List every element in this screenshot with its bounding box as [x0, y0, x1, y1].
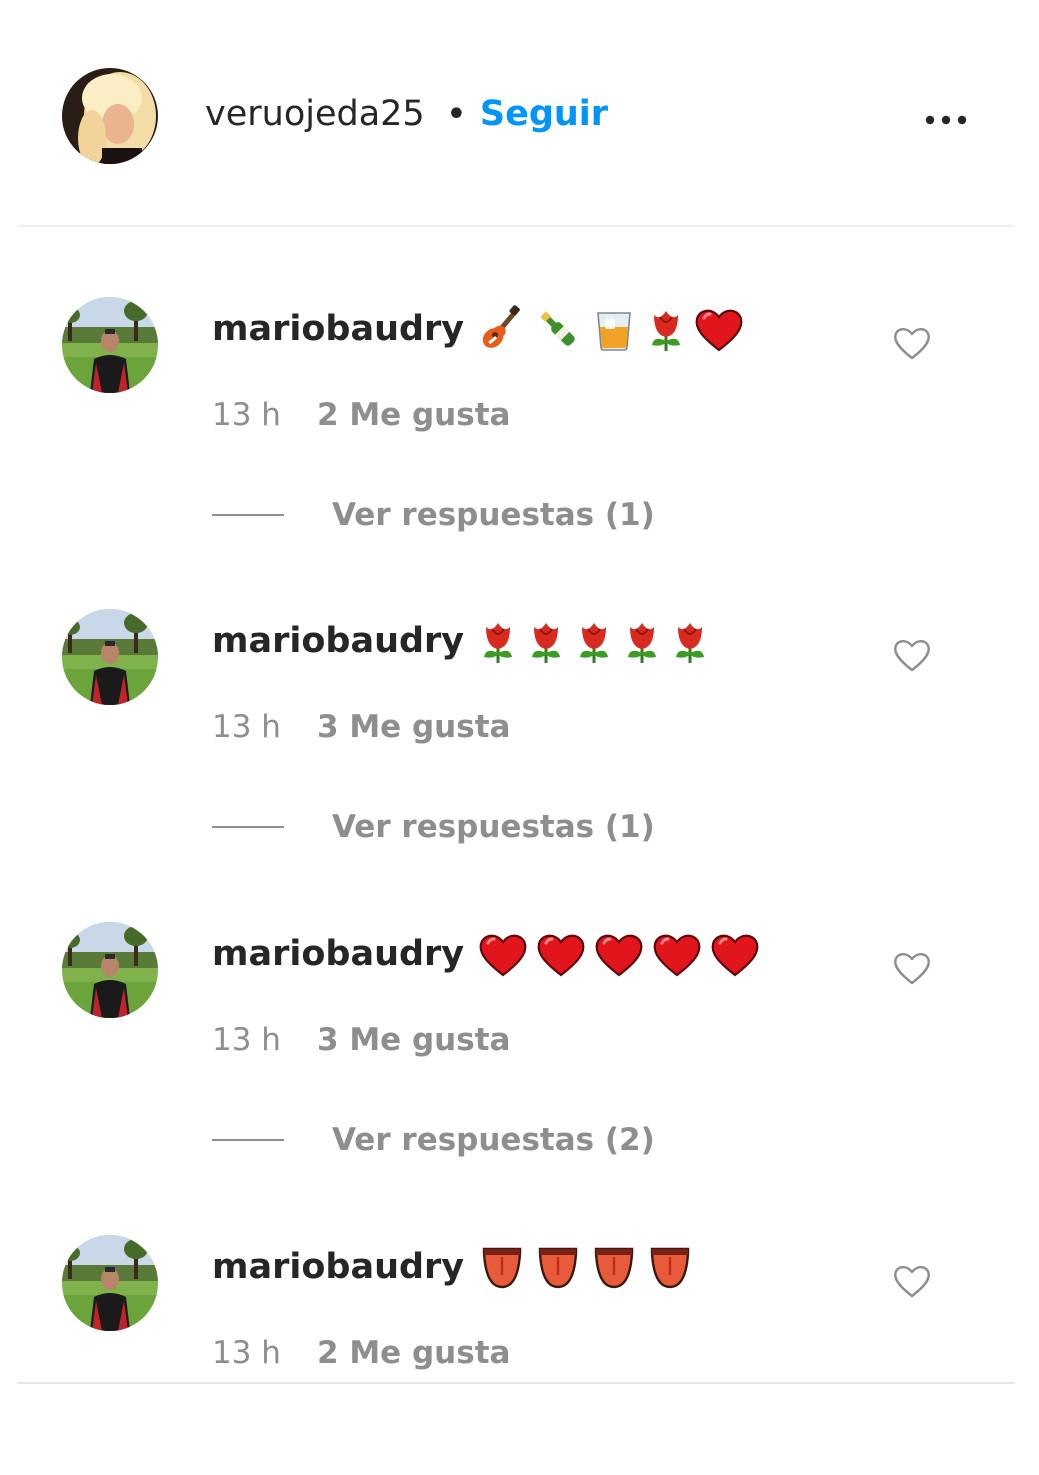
replies-line — [212, 826, 284, 828]
comment-time[interactable]: 13 h — [212, 1022, 281, 1058]
comment-meta: 13 h 3 Me gusta — [212, 705, 510, 749]
commenter-username[interactable]: mariobaudry — [212, 309, 464, 349]
comment-text-row: mariobaudry — [212, 1239, 702, 1295]
commenter-avatar[interactable] — [62, 922, 158, 1018]
rose-emoji — [580, 623, 609, 663]
comment-time[interactable]: 13 h — [212, 1335, 281, 1371]
comment-text-row: mariobaudry — [212, 301, 752, 357]
rose-emoji — [484, 623, 513, 663]
tongue-emoji — [482, 1247, 522, 1289]
more-horizontal-icon — [925, 115, 967, 125]
separator-dot: • — [446, 96, 466, 132]
comment-emojis — [478, 931, 768, 977]
author-name-row: veruojeda25 • Seguir — [205, 88, 608, 140]
follow-button[interactable]: Seguir — [480, 94, 608, 134]
comment-emojis — [478, 617, 718, 665]
comment-item: mariobaudry — [0, 297, 1039, 537]
commenter-username[interactable]: mariobaudry — [212, 934, 464, 974]
like-heart-icon — [894, 640, 930, 672]
header-divider — [17, 225, 1015, 227]
commenter-username[interactable]: mariobaudry — [212, 1247, 464, 1287]
comment-emojis — [478, 305, 752, 353]
comment-text-row: mariobaudry — [212, 926, 768, 982]
rose-emoji — [652, 311, 681, 351]
view-replies-label: Ver respuestas (1) — [332, 497, 655, 533]
rose-emoji — [628, 623, 657, 663]
comment-meta: 13 h 3 Me gusta — [212, 1018, 510, 1062]
tongue-emoji — [538, 1247, 578, 1289]
view-replies-button[interactable]: Ver respuestas (1) — [212, 493, 655, 537]
comment-likes-count[interactable]: 3 Me gusta — [317, 1022, 510, 1058]
comment-time[interactable]: 13 h — [212, 709, 281, 745]
like-heart-icon — [894, 953, 930, 985]
tongue-emoji — [594, 1247, 634, 1289]
commenter-username[interactable]: mariobaudry — [212, 621, 464, 661]
red-heart-emoji — [479, 934, 527, 977]
red-heart-emoji — [695, 309, 743, 352]
replies-line — [212, 514, 284, 516]
like-comment-button[interactable] — [892, 637, 932, 673]
like-comment-button[interactable] — [892, 325, 932, 361]
red-heart-emoji — [711, 934, 759, 977]
comment-item: mariobaudry 13 h 2 Me gusta — [0, 1235, 1039, 1475]
comment-meta: 13 h 2 Me gusta — [212, 1331, 510, 1375]
view-replies-label: Ver respuestas (1) — [332, 809, 655, 845]
author-username[interactable]: veruojeda25 — [205, 94, 425, 134]
like-heart-icon — [894, 1266, 930, 1298]
replies-line — [212, 1139, 284, 1141]
champagne-bottle-emoji — [540, 311, 575, 346]
whisky-glass-emoji — [597, 312, 631, 351]
commenter-avatar[interactable] — [62, 1235, 158, 1331]
rose-emoji — [532, 623, 561, 663]
view-replies-button[interactable]: Ver respuestas (2) — [212, 1118, 655, 1162]
tongue-emoji — [650, 1247, 690, 1289]
red-heart-emoji — [653, 934, 701, 977]
commenter-avatar[interactable] — [62, 297, 158, 393]
view-replies-label: Ver respuestas (2) — [332, 1122, 655, 1158]
view-replies-button[interactable]: Ver respuestas (1) — [212, 805, 655, 849]
comment-item: mariobaudry 13 h 3 Me gusta Ver respuest… — [0, 922, 1039, 1162]
red-heart-emoji — [537, 934, 585, 977]
like-heart-icon — [894, 328, 930, 360]
author-avatar[interactable] — [62, 68, 158, 164]
red-heart-emoji — [595, 934, 643, 977]
more-options-button[interactable] — [916, 100, 976, 140]
post-header: veruojeda25 • Seguir — [0, 0, 1039, 226]
like-comment-button[interactable] — [892, 1263, 932, 1299]
bottom-divider — [17, 1382, 1015, 1384]
scroll-clip — [0, 1370, 1039, 1382]
comment-likes-count[interactable]: 3 Me gusta — [317, 709, 510, 745]
comment-meta: 13 h 2 Me gusta — [212, 393, 510, 437]
rose-emoji — [676, 623, 705, 663]
comment-emojis — [478, 1243, 702, 1291]
commenter-avatar[interactable] — [62, 609, 158, 705]
comment-text-row: mariobaudry — [212, 613, 718, 669]
comment-item: mariobaudry — [0, 609, 1039, 849]
comment-likes-count[interactable]: 2 Me gusta — [317, 397, 510, 433]
like-comment-button[interactable] — [892, 950, 932, 986]
comment-time[interactable]: 13 h — [212, 397, 281, 433]
comment-likes-count[interactable]: 2 Me gusta — [317, 1335, 510, 1371]
guitar-emoji — [482, 305, 520, 348]
